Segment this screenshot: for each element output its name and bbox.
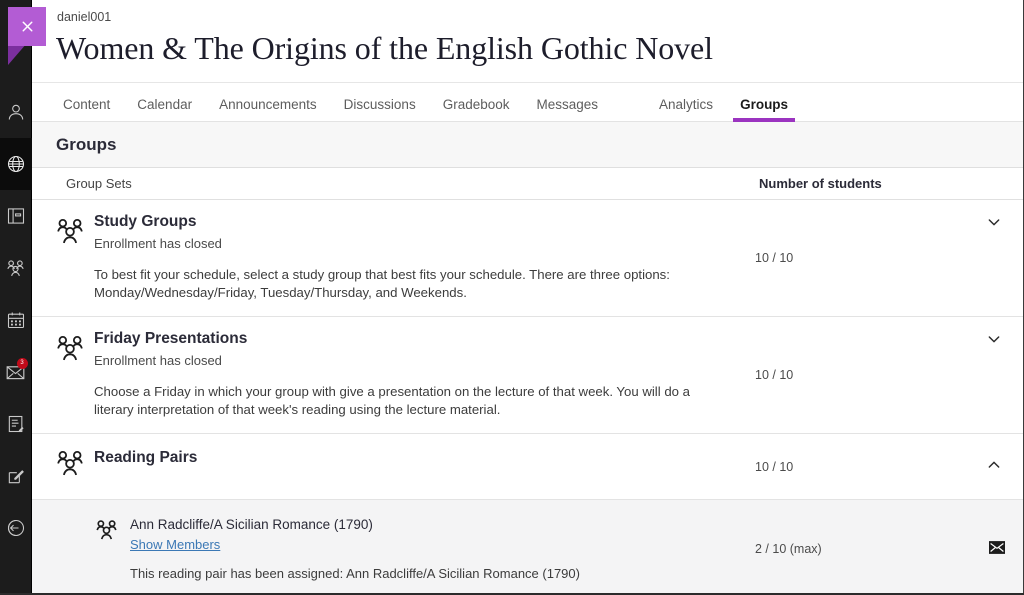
- tab-messages[interactable]: Messages: [528, 97, 608, 121]
- group-set-main: Friday Presentations Enrollment has clos…: [46, 317, 731, 433]
- rail-item-courses[interactable]: [0, 190, 32, 242]
- messages-badge: 3: [16, 358, 28, 369]
- groups-icon: [5, 258, 26, 279]
- tab-analytics[interactable]: Analytics: [650, 97, 722, 121]
- group-set-body: Study Groups Enrollment has closed To be…: [94, 212, 731, 302]
- table-row[interactable]: Friday Presentations Enrollment has clos…: [32, 317, 1023, 434]
- groups-page: 3 daniel001 Women & The Origins of the E…: [0, 0, 1024, 595]
- page-title: Women & The Origins of the English Gothi…: [56, 30, 713, 66]
- group-set-count: 10 / 10: [755, 368, 794, 382]
- group-set-icon-wrap: [46, 448, 94, 485]
- section-band: Groups: [32, 122, 1023, 168]
- tab-discussions[interactable]: Discussions: [335, 97, 425, 121]
- tab-gradebook[interactable]: Gradebook: [434, 97, 519, 121]
- chevron-down-icon: [986, 331, 1002, 350]
- group-set-body: Friday Presentations Enrollment has clos…: [94, 329, 731, 419]
- column-header-group-sets: Group Sets: [66, 176, 132, 191]
- group-set-body: Reading Pairs: [94, 448, 731, 485]
- profile-icon: [6, 102, 26, 122]
- groups-icon: [54, 216, 86, 302]
- subgroup-description: This reading pair has been assigned: Ann…: [130, 566, 580, 581]
- left-navigation-rail: 3: [0, 0, 32, 593]
- group-set-description: Choose a Friday in which your group with…: [94, 384, 690, 417]
- group-set-right: 10 / 10: [731, 317, 1023, 433]
- compose-icon: [6, 466, 26, 486]
- group-set-status: Enrollment has closed: [94, 353, 222, 368]
- group-set-name: Study Groups: [94, 213, 197, 230]
- groups-icon: [94, 520, 119, 547]
- rail-item-signout[interactable]: [0, 502, 32, 554]
- groups-icon: [54, 448, 86, 485]
- group-set-icon-wrap: [46, 329, 94, 419]
- subgroup-icon-wrap: [94, 516, 130, 583]
- column-header-number-of-students: Number of students: [759, 176, 882, 191]
- subgroup-body: Ann Radcliffe/A Sicilian Romance (1790) …: [130, 516, 731, 583]
- rail-item-groups[interactable]: [0, 242, 32, 294]
- show-members-link[interactable]: Show Members: [130, 535, 220, 555]
- courses-icon: [6, 206, 26, 226]
- subgroup-count: 2 / 10 (max): [755, 541, 822, 556]
- subgroup-name: Ann Radcliffe/A Sicilian Romance (1790): [130, 517, 373, 532]
- tab-calendar[interactable]: Calendar: [128, 97, 201, 121]
- expand-toggle-friday-presentations[interactable]: [979, 325, 1009, 355]
- collapse-toggle-reading-pairs[interactable]: [979, 452, 1009, 482]
- rail-item-grades[interactable]: [0, 398, 32, 450]
- globe-icon: [6, 154, 26, 174]
- table-row[interactable]: Reading Pairs 10 / 10: [32, 434, 1023, 500]
- message-group-button[interactable]: [985, 537, 1009, 561]
- group-set-count: 10 / 10: [755, 459, 794, 474]
- group-set-right: 10 / 10: [731, 200, 1023, 316]
- chevron-up-icon: [986, 457, 1002, 476]
- user-name: daniel001: [57, 10, 112, 24]
- groups-icon: [54, 333, 86, 419]
- list-item[interactable]: Ann Radcliffe/A Sicilian Romance (1790) …: [32, 500, 1023, 593]
- group-set-icon-wrap: [46, 212, 94, 302]
- subgroup-main: Ann Radcliffe/A Sicilian Romance (1790) …: [94, 500, 731, 593]
- envelope-icon: [989, 540, 1005, 557]
- group-set-main: Reading Pairs: [46, 434, 731, 499]
- signout-icon: [6, 518, 26, 538]
- group-set-name: Reading Pairs: [94, 449, 198, 466]
- rail-item-calendar[interactable]: [0, 294, 32, 346]
- group-set-name: Friday Presentations: [94, 330, 248, 347]
- close-button[interactable]: [8, 7, 46, 46]
- group-set-main: Study Groups Enrollment has closed To be…: [46, 200, 731, 316]
- tab-content[interactable]: Content: [54, 97, 119, 121]
- grades-icon: [6, 414, 26, 434]
- course-tabbar: Content Calendar Announcements Discussio…: [32, 83, 1023, 122]
- group-set-count: 10 / 10: [755, 251, 794, 265]
- rail-item-compose[interactable]: [0, 450, 32, 502]
- tab-announcements[interactable]: Announcements: [210, 97, 326, 121]
- group-set-status: Enrollment has closed: [94, 236, 222, 251]
- table-header-row: Group Sets Number of students: [32, 168, 1023, 200]
- close-ribbon: [8, 7, 46, 69]
- calendar-icon: [6, 310, 26, 330]
- close-icon: [19, 18, 36, 35]
- rail-item-profile[interactable]: [0, 86, 32, 138]
- rail-item-globe[interactable]: [0, 138, 32, 190]
- group-set-description: To best fit your schedule, select a stud…: [94, 267, 670, 300]
- table-row[interactable]: Study Groups Enrollment has closed To be…: [32, 200, 1023, 317]
- chevron-down-icon: [986, 214, 1002, 233]
- rail-item-messages[interactable]: 3: [0, 346, 32, 398]
- group-set-right: 10 / 10: [731, 434, 1023, 499]
- subgroup-right: 2 / 10 (max): [731, 500, 1023, 593]
- tab-groups[interactable]: Groups: [731, 97, 797, 122]
- course-panel: daniel001 Women & The Origins of the Eng…: [32, 0, 1024, 593]
- section-title: Groups: [56, 134, 117, 154]
- ribbon-tail: [8, 43, 46, 65]
- course-header: daniel001 Women & The Origins of the Eng…: [32, 0, 1023, 83]
- expand-toggle-study-groups[interactable]: [979, 208, 1009, 238]
